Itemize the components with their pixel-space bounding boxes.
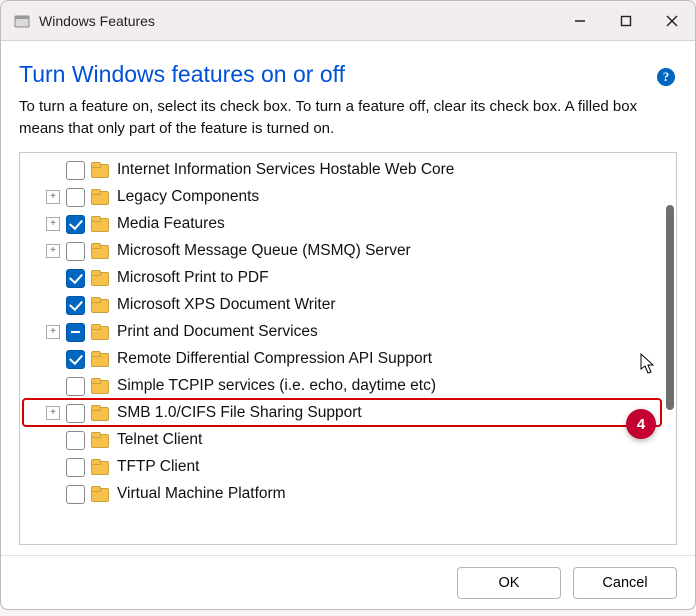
feature-row[interactable]: Print and Document Services	[22, 319, 674, 346]
folder-icon	[91, 351, 111, 367]
feature-checkbox[interactable]	[66, 161, 85, 180]
maximize-button[interactable]	[603, 3, 649, 39]
feature-label: Internet Information Services Hostable W…	[117, 161, 454, 179]
feature-checkbox[interactable]	[66, 296, 85, 315]
titlebar: Windows Features	[1, 1, 695, 41]
feature-checkbox[interactable]	[66, 242, 85, 261]
folder-icon	[91, 189, 111, 205]
feature-checkbox[interactable]	[66, 404, 85, 423]
features-list: Internet Information Services Hostable W…	[19, 152, 677, 546]
feature-checkbox[interactable]	[66, 458, 85, 477]
folder-icon	[91, 378, 111, 394]
svg-text:?: ?	[663, 69, 670, 84]
expand-icon[interactable]	[46, 217, 60, 231]
feature-label: Media Features	[117, 215, 225, 233]
description-text: To turn a feature on, select its check b…	[19, 96, 677, 140]
folder-icon	[91, 162, 111, 178]
windows-features-dialog: Windows Features Turn Windows features o…	[0, 0, 696, 610]
feature-row[interactable]: Simple TCPIP services (i.e. echo, daytim…	[22, 373, 674, 400]
feature-label: Simple TCPIP services (i.e. echo, daytim…	[117, 377, 436, 395]
dialog-content: Turn Windows features on or off ? To tur…	[1, 41, 695, 555]
feature-checkbox[interactable]	[66, 431, 85, 450]
feature-label: TFTP Client	[117, 458, 199, 476]
feature-row[interactable]: Telnet Client	[22, 427, 674, 454]
folder-icon	[91, 324, 111, 340]
feature-checkbox[interactable]	[66, 215, 85, 234]
feature-label: Microsoft XPS Document Writer	[117, 296, 336, 314]
feature-row[interactable]: Internet Information Services Hostable W…	[22, 157, 674, 184]
feature-row[interactable]: Virtual Machine Platform	[22, 481, 674, 508]
feature-label: SMB 1.0/CIFS File Sharing Support	[117, 404, 362, 422]
feature-label: Virtual Machine Platform	[117, 485, 286, 503]
folder-icon	[91, 216, 111, 232]
feature-row[interactable]: SMB 1.0/CIFS File Sharing Support	[22, 400, 674, 427]
folder-icon	[91, 459, 111, 475]
feature-label: Microsoft Print to PDF	[117, 269, 269, 287]
feature-row[interactable]: Microsoft Message Queue (MSMQ) Server	[22, 238, 674, 265]
folder-icon	[91, 405, 111, 421]
scrollbar-thumb[interactable]	[666, 205, 674, 410]
feature-row[interactable]: TFTP Client	[22, 454, 674, 481]
cancel-button[interactable]: Cancel	[573, 567, 677, 599]
feature-checkbox[interactable]	[66, 377, 85, 396]
feature-checkbox[interactable]	[66, 350, 85, 369]
expand-icon[interactable]	[46, 244, 60, 258]
feature-row[interactable]: Legacy Components	[22, 184, 674, 211]
expand-icon[interactable]	[46, 190, 60, 204]
page-title: Turn Windows features on or off	[19, 61, 345, 88]
feature-label: Legacy Components	[117, 188, 259, 206]
ok-button[interactable]: OK	[457, 567, 561, 599]
feature-label: Print and Document Services	[117, 323, 318, 341]
folder-icon	[91, 297, 111, 313]
feature-row[interactable]: Microsoft XPS Document Writer	[22, 292, 674, 319]
feature-label: Remote Differential Compression API Supp…	[117, 350, 432, 368]
expand-icon[interactable]	[46, 406, 60, 420]
feature-checkbox[interactable]	[66, 323, 85, 342]
minimize-button[interactable]	[557, 3, 603, 39]
folder-icon	[91, 432, 111, 448]
feature-checkbox[interactable]	[66, 485, 85, 504]
feature-label: Telnet Client	[117, 431, 202, 449]
close-button[interactable]	[649, 3, 695, 39]
help-icon[interactable]: ?	[655, 66, 677, 88]
dialog-footer: OK Cancel	[1, 555, 695, 609]
feature-checkbox[interactable]	[66, 188, 85, 207]
feature-row[interactable]: Media Features	[22, 211, 674, 238]
expand-icon[interactable]	[46, 325, 60, 339]
feature-row[interactable]: Microsoft Print to PDF	[22, 265, 674, 292]
feature-row[interactable]: Remote Differential Compression API Supp…	[22, 346, 674, 373]
feature-label: Microsoft Message Queue (MSMQ) Server	[117, 242, 411, 260]
window-controls	[557, 3, 695, 39]
folder-icon	[91, 243, 111, 259]
feature-checkbox[interactable]	[66, 269, 85, 288]
folder-icon	[91, 486, 111, 502]
folder-icon	[91, 270, 111, 286]
window-title: Windows Features	[39, 13, 155, 29]
app-icon	[13, 12, 31, 30]
